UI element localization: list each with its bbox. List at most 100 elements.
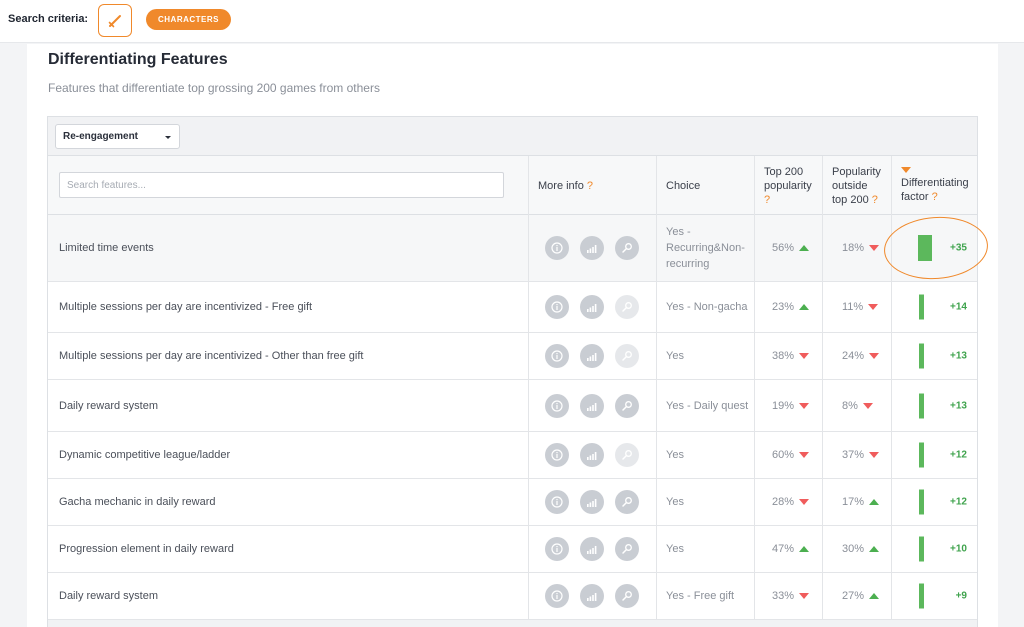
sort-desc-icon — [901, 167, 911, 173]
signal-stats-icon[interactable] — [580, 344, 604, 368]
more-info-actions — [545, 443, 639, 467]
factor-value: +9 — [955, 590, 967, 602]
column-top200-label-line1: Top 200 — [764, 165, 804, 178]
info-icon[interactable] — [545, 344, 569, 368]
signal-stats-icon[interactable] — [580, 295, 604, 319]
trend-down-icon — [799, 593, 810, 599]
signal-stats-icon[interactable] — [580, 537, 604, 561]
search-icon[interactable] — [615, 344, 639, 368]
top200-popularity: 19% — [772, 400, 810, 412]
column-choice-label: Choice — [666, 179, 701, 192]
trend-down-icon — [862, 402, 873, 409]
signal-stats-icon[interactable] — [580, 236, 604, 260]
trend-up-icon — [799, 546, 810, 552]
info-icon[interactable] — [545, 443, 569, 467]
table-row[interactable]: Limited time events Yes - Recurring&Non-r… — [48, 215, 977, 282]
signal-stats-icon[interactable] — [580, 443, 604, 467]
features-table: Re-engagement More info ? Choice Top 200… — [47, 116, 991, 627]
choice-value: Yes — [666, 543, 684, 555]
more-info-actions — [545, 344, 639, 368]
choice-value: Yes — [666, 496, 684, 508]
outside-popularity: 8% — [842, 400, 873, 412]
outside-value: 8% — [842, 399, 858, 412]
characters-chip[interactable]: CHARACTERS — [146, 9, 231, 30]
feature-name: Gacha mechanic in daily reward — [59, 496, 216, 508]
top200-popularity: 23% — [772, 301, 810, 313]
help-icon[interactable]: ? — [587, 179, 593, 193]
column-top200-label-line2: popularity — [764, 179, 812, 192]
help-icon[interactable]: ? — [932, 191, 938, 203]
top200-popularity: 56% — [772, 242, 810, 254]
search-icon[interactable] — [615, 295, 639, 319]
factor-bar — [919, 343, 924, 369]
table-row[interactable]: Gacha mechanic in daily reward Yes 28% 17% +… — [48, 479, 977, 526]
more-info-actions — [545, 236, 639, 260]
search-icon[interactable] — [615, 537, 639, 561]
column-outside-label-line3: top 200 — [832, 193, 869, 206]
signal-stats-icon[interactable] — [580, 393, 604, 418]
column-more-info[interactable]: More info ? — [538, 156, 655, 215]
top200-popularity: 38% — [772, 350, 810, 362]
top200-popularity: 60% — [772, 449, 810, 461]
sword-icon[interactable] — [98, 4, 132, 37]
trend-down-icon — [869, 452, 880, 458]
search-icon[interactable] — [615, 393, 639, 418]
table-row[interactable]: Daily reward system Yes - Free gift 33% 27%… — [48, 573, 977, 620]
feature-name: Daily reward system — [59, 590, 159, 602]
info-icon[interactable] — [545, 236, 569, 260]
feature-name: Limited time events — [59, 242, 154, 254]
trend-down-icon — [869, 353, 880, 359]
info-icon[interactable] — [545, 537, 569, 561]
factor-value: +14 — [950, 301, 967, 313]
search-icon[interactable] — [615, 236, 639, 260]
outside-popularity: 37% — [842, 449, 880, 461]
trend-up-icon — [869, 593, 880, 599]
search-icon[interactable] — [615, 584, 639, 608]
search-icon[interactable] — [615, 490, 639, 514]
info-icon[interactable] — [545, 584, 569, 608]
signal-stats-icon[interactable] — [580, 584, 604, 608]
outside-value: 11% — [842, 301, 864, 313]
table-row[interactable]: Dynamic competitive league/ladder Yes 60% 3… — [48, 432, 977, 479]
help-icon[interactable]: ? — [872, 194, 878, 206]
outside-popularity: 17% — [842, 496, 880, 508]
info-icon[interactable] — [545, 490, 569, 514]
trend-down-icon — [799, 353, 810, 359]
outside-value: 17% — [842, 496, 865, 508]
search-criteria-label: Search criteria: — [8, 13, 89, 25]
column-differentiating-factor[interactable]: Differentiating factor ? — [901, 156, 977, 215]
top200-value: 33% — [772, 590, 795, 602]
more-info-actions — [545, 537, 639, 561]
top200-value: 47% — [772, 543, 795, 555]
more-info-actions — [545, 295, 639, 319]
column-popularity-outside[interactable]: Popularity outside top 200 ? — [832, 156, 898, 215]
top200-value: 56% — [772, 242, 795, 254]
factor-bar — [919, 583, 924, 609]
table-row[interactable]: Multiple sessions per day are incentiviz… — [48, 282, 977, 333]
column-factor-label-line1: Differentiating — [901, 177, 969, 189]
table-toolbar: Re-engagement — [48, 117, 977, 156]
table-row[interactable]: Progression element in daily reward Yes 47… — [48, 526, 977, 573]
table-row[interactable]: Daily reward system Yes - Daily quest 19% 8… — [48, 380, 977, 432]
help-icon[interactable]: ? — [764, 193, 812, 207]
trend-up-icon — [799, 304, 810, 310]
category-dropdown[interactable]: Re-engagement — [55, 124, 180, 149]
choice-value: Yes - Recurring&Non-recurring — [666, 226, 745, 270]
top200-value: 60% — [772, 449, 795, 461]
search-icon[interactable] — [615, 443, 639, 467]
outside-value: 24% — [842, 350, 865, 362]
choice-value: Yes - Non-gacha — [666, 301, 748, 313]
column-top200-popularity[interactable]: Top 200 popularity ? — [764, 156, 826, 215]
trend-down-icon — [799, 402, 810, 409]
factor-bar — [919, 393, 924, 418]
search-features-input[interactable] — [59, 172, 504, 198]
choice-value: Yes — [666, 350, 684, 362]
column-divider — [528, 156, 529, 627]
signal-stats-icon[interactable] — [580, 490, 604, 514]
info-icon[interactable] — [545, 393, 569, 418]
column-choice[interactable]: Choice — [666, 156, 756, 215]
info-icon[interactable] — [545, 295, 569, 319]
table-row[interactable]: Multiple sessions per day are incentiviz… — [48, 333, 977, 380]
trend-down-icon — [869, 245, 880, 251]
outside-value: 37% — [842, 449, 865, 461]
